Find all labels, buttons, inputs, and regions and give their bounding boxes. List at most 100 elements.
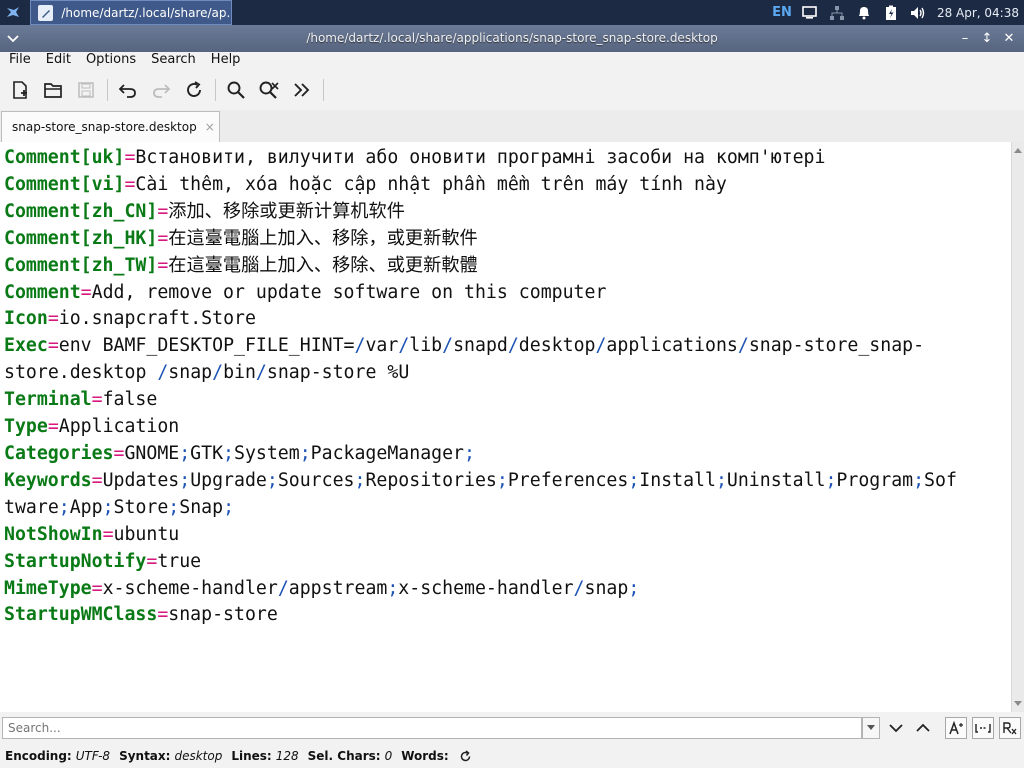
code-line: MimeType=x-scheme-handler/appstream;x-sc…: [4, 578, 639, 599]
line-equals: =: [91, 469, 103, 491]
code-line: Comment[uk]=Встановити, вилучити або оно…: [4, 147, 825, 168]
find-previous-icon[interactable]: [912, 717, 934, 739]
menu-search[interactable]: Search: [142, 52, 202, 70]
screen-icon[interactable]: [802, 5, 818, 21]
scroll-down-icon[interactable]: [1014, 701, 1022, 706]
refresh-words-icon[interactable]: [459, 749, 472, 763]
taskbar-button[interactable]: /home/dartz/.local/share/ap...: [30, 0, 232, 25]
code-line: Type=Application: [4, 416, 179, 437]
code-line: Terminal=false: [4, 389, 157, 410]
line-value: true: [157, 550, 202, 572]
reload-icon[interactable]: [181, 77, 207, 103]
volume-icon[interactable]: [910, 5, 926, 21]
separator-char: /: [507, 335, 519, 357]
separator-char: ;: [58, 496, 70, 518]
line-key: Comment[uk]: [4, 147, 125, 168]
menu-file[interactable]: File: [0, 52, 37, 70]
line-equals: =: [113, 442, 125, 464]
tab-document[interactable]: snap-store_snap-store.desktop ×: [1, 111, 220, 142]
applications-menu-icon[interactable]: [4, 3, 22, 21]
line-value: Application: [58, 416, 180, 438]
text-editor-icon: [38, 4, 54, 21]
separator-char: ;: [179, 469, 191, 491]
separator-char: ;: [496, 469, 508, 491]
separator-char: /: [277, 577, 289, 599]
network-icon[interactable]: [829, 5, 845, 21]
line-key: NotShowIn: [4, 523, 103, 545]
code-line: StartupNotify=true: [4, 551, 201, 572]
line-key: Comment[zh_HK]: [4, 227, 158, 249]
more-icon[interactable]: [289, 77, 315, 103]
separator-char: ;: [168, 496, 180, 518]
line-key: Exec: [4, 335, 48, 357]
text-editor[interactable]: Comment[uk] = Встановити, вилучити або оно…: [0, 142, 1011, 712]
toolbar-separator: [107, 79, 108, 101]
search-history-dropdown[interactable]: [862, 717, 880, 739]
search-input[interactable]: [2, 717, 862, 739]
lines-value: 128: [275, 749, 299, 763]
line-value: 在這臺電腦上加入、移除，或更新軟件: [168, 227, 478, 249]
separator-char: /: [157, 362, 169, 384]
line-key: Comment[zh_TW]: [4, 254, 158, 276]
encoding-value: UTF-8: [75, 749, 111, 763]
menu-help[interactable]: Help: [202, 52, 247, 70]
vertical-scrollbar[interactable]: [1011, 142, 1024, 712]
line-key: Icon: [4, 308, 48, 330]
toolbar-separator: [323, 79, 324, 101]
window-titlebar[interactable]: /home/dartz/.local/share/applications/sn…: [0, 25, 1024, 52]
line-value: GNOME;GTK;System;PackageManager;: [124, 442, 475, 464]
tab-close-icon[interactable]: ×: [205, 120, 215, 134]
separator-char: /: [255, 362, 267, 384]
line-equals: =: [91, 577, 103, 599]
selchars-label: Sel. Chars:: [307, 749, 381, 763]
undo-icon[interactable]: [115, 77, 141, 103]
separator-char: ;: [464, 442, 475, 464]
whole-word-icon[interactable]: [972, 717, 994, 739]
separator-char: ;: [354, 469, 366, 491]
find-next-icon[interactable]: [885, 717, 907, 739]
line-key: StartupWMClass: [4, 604, 158, 626]
regex-icon[interactable]: [999, 717, 1021, 739]
replace-icon[interactable]: [256, 77, 282, 103]
system-tray: EN 28 Apr, 04:38: [772, 0, 1024, 25]
match-case-icon[interactable]: [945, 717, 967, 739]
line-equals: =: [157, 227, 169, 249]
maximize-icon[interactable]: ↕: [976, 29, 998, 47]
line-equals: =: [157, 200, 169, 222]
line-key: MimeType: [4, 577, 92, 599]
line-key: Categories: [4, 442, 114, 464]
find-icon[interactable]: [223, 77, 249, 103]
syntax-label: Syntax:: [119, 749, 171, 763]
redo-icon[interactable]: [148, 77, 174, 103]
separator-char: ;: [223, 442, 234, 464]
close-icon[interactable]: ✕: [998, 29, 1020, 47]
code-line: NotShowIn=ubuntu: [4, 524, 179, 545]
separator-char: ;: [179, 442, 191, 464]
code-line: Exec=env BAMF_DESKTOP_FILE_HINT=/var/lib…: [4, 335, 924, 383]
clock[interactable]: 28 Apr, 04:38: [937, 6, 1019, 20]
line-equals: =: [47, 335, 59, 357]
line-value: io.snapcraft.Store: [58, 308, 256, 330]
editor-content[interactable]: Comment[uk] = Встановити, вилучити або оно…: [0, 142, 1011, 629]
minimize-icon[interactable]: –: [954, 29, 976, 47]
tab-label: snap-store_snap-store.desktop: [12, 120, 197, 134]
line-key: Comment[vi]: [4, 173, 125, 195]
menu-edit[interactable]: Edit: [37, 52, 77, 70]
scroll-up-icon[interactable]: [1014, 148, 1022, 153]
menu-options[interactable]: Options: [77, 52, 142, 70]
open-folder-icon[interactable]: [40, 77, 66, 103]
separator-char: ;: [913, 469, 925, 491]
code-line: StartupWMClass=snap-store: [4, 604, 278, 625]
battery-icon[interactable]: [883, 5, 899, 21]
code-line: Categories=GNOME;GTK;System;PackageManag…: [4, 443, 475, 464]
keyboard-layout[interactable]: EN: [772, 5, 792, 20]
line-value: Встановити, вилучити або оновити програм…: [135, 147, 826, 168]
line-value: Add, remove or update software on this c…: [91, 281, 607, 303]
separator-char: ;: [223, 496, 235, 518]
line-equals: =: [124, 173, 136, 195]
new-file-icon[interactable]: [7, 77, 33, 103]
notification-bell-icon[interactable]: [856, 5, 872, 21]
save-icon[interactable]: [73, 77, 99, 103]
line-value: 在這臺電腦上加入、移除、或更新軟體: [168, 254, 478, 276]
top-panel: /home/dartz/.local/share/ap... EN 28 Apr…: [0, 0, 1024, 25]
